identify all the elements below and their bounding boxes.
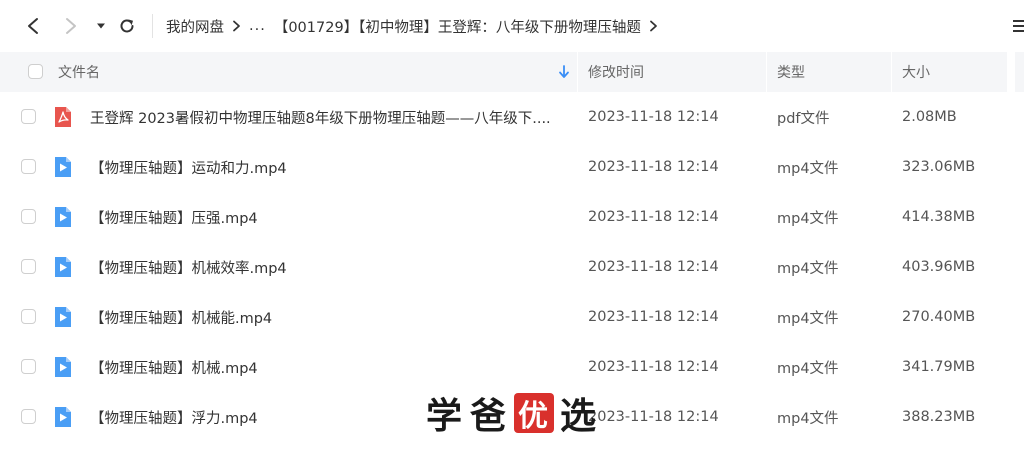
forward-button[interactable] — [58, 11, 84, 41]
row-checkbox[interactable] — [21, 259, 36, 274]
file-modified-time: 2023-11-18 12:14 — [588, 209, 719, 225]
watermark-char: 学 — [425, 395, 464, 437]
file-type: mp4文件 — [777, 310, 839, 327]
video-icon — [55, 157, 71, 177]
column-header-type-label: 类型 — [777, 65, 805, 81]
breadcrumb-root[interactable]: 我的网盘 — [166, 16, 224, 37]
file-table-header: 文件名 修改时间 类型 大小 — [0, 52, 1024, 92]
file-type: pdf文件 — [777, 110, 830, 127]
watermark-logo: 学 爸 优 选 — [423, 389, 601, 437]
file-modified-time: 2023-11-18 12:14 — [588, 259, 719, 275]
video-icon — [55, 207, 71, 227]
column-divider — [891, 52, 892, 92]
row-checkbox[interactable] — [21, 159, 36, 174]
table-row[interactable]: 【物理压轴题】运动和力.mp4 2023-11-18 12:14 mp4文件 3… — [0, 142, 1007, 192]
table-row[interactable]: 【物理压轴题】机械能.mp4 2023-11-18 12:14 mp4文件 27… — [0, 292, 1007, 342]
file-name: 【物理压轴题】运动和力.mp4 — [90, 160, 287, 177]
pdf-icon — [55, 107, 71, 127]
column-header-time-label: 修改时间 — [588, 65, 644, 81]
file-name: 【物理压轴题】机械.mp4 — [90, 360, 258, 377]
file-type: mp4文件 — [777, 260, 839, 277]
watermark-seal: 优 — [514, 393, 554, 434]
file-size: 341.79MB — [902, 359, 976, 375]
table-row[interactable]: 【物理压轴题】压强.mp4 2023-11-18 12:14 mp4文件 414… — [0, 192, 1007, 242]
file-name: 【物理压轴题】机械效率.mp4 — [90, 260, 287, 277]
breadcrumb: 我的网盘 ... 【001729】【初中物理】王登辉：八年级下册物理压轴题 — [166, 0, 666, 52]
video-icon — [55, 407, 71, 427]
nav-divider — [152, 14, 153, 38]
column-header-time[interactable]: 修改时间 — [588, 52, 758, 92]
navigation-bar: 我的网盘 ... 【001729】【初中物理】王登辉：八年级下册物理压轴题 — [0, 0, 1024, 52]
video-icon — [55, 357, 71, 377]
chevron-right-icon — [232, 20, 241, 32]
back-button[interactable] — [20, 11, 46, 41]
column-header-size[interactable]: 大小 — [902, 52, 1002, 92]
file-modified-time: 2023-11-18 12:14 — [588, 409, 719, 425]
sort-descending-icon[interactable] — [558, 52, 572, 92]
file-manager-window: 我的网盘 ... 【001729】【初中物理】王登辉：八年级下册物理压轴题 文件… — [0, 0, 1024, 473]
file-type: mp4文件 — [777, 360, 839, 377]
video-icon — [55, 257, 71, 277]
refresh-button[interactable] — [114, 11, 140, 41]
column-header-size-label: 大小 — [902, 65, 930, 81]
row-checkbox[interactable] — [21, 359, 36, 374]
file-modified-time: 2023-11-18 12:14 — [588, 309, 719, 325]
row-checkbox[interactable] — [21, 309, 36, 324]
history-dropdown-button[interactable] — [92, 11, 110, 41]
video-icon — [55, 307, 71, 327]
file-size: 388.23MB — [902, 409, 976, 425]
breadcrumb-current-folder: 【001729】【初中物理】王登辉：八年级下册物理压轴题 — [273, 19, 641, 36]
column-header-name-label: 文件名 — [58, 65, 100, 81]
caret-down-icon — [97, 23, 105, 29]
file-size: 270.40MB — [902, 309, 976, 325]
file-modified-time: 2023-11-18 12:14 — [588, 159, 719, 175]
list-view-icon[interactable] — [1010, 18, 1024, 34]
scrollbar-thumb[interactable] — [1015, 52, 1024, 92]
chevron-right-icon[interactable] — [649, 20, 658, 32]
select-all-checkbox[interactable] — [28, 64, 43, 79]
file-name: 【物理压轴题】压强.mp4 — [90, 210, 258, 227]
table-row[interactable]: 【物理压轴题】机械.mp4 2023-11-18 12:14 mp4文件 341… — [0, 342, 1007, 392]
file-name: 【物理压轴题】机械能.mp4 — [90, 310, 273, 327]
file-size: 323.06MB — [902, 159, 976, 175]
file-size: 414.38MB — [902, 209, 976, 225]
row-checkbox[interactable] — [21, 109, 36, 124]
file-modified-time: 2023-11-18 12:14 — [588, 109, 719, 125]
file-name: 王登辉 2023暑假初中物理压轴题8年级下册物理压轴题——八年级下.... — [90, 110, 551, 127]
file-type: mp4文件 — [777, 210, 839, 227]
watermark-char: 选 — [559, 395, 598, 437]
file-size: 403.96MB — [902, 259, 976, 275]
column-divider — [577, 52, 578, 92]
file-modified-time: 2023-11-18 12:14 — [588, 359, 719, 375]
file-size: 2.08MB — [902, 109, 957, 125]
breadcrumb-ellipsis[interactable]: ... — [249, 18, 266, 34]
table-row[interactable]: 王登辉 2023暑假初中物理压轴题8年级下册物理压轴题——八年级下.... 20… — [0, 92, 1007, 142]
refresh-icon — [120, 19, 134, 33]
column-divider — [766, 52, 767, 92]
chevron-right-icon — [66, 18, 76, 34]
table-row[interactable]: 【物理压轴题】机械效率.mp4 2023-11-18 12:14 mp4文件 4… — [0, 242, 1007, 292]
column-header-name[interactable]: 文件名 — [58, 52, 578, 92]
row-checkbox[interactable] — [21, 409, 36, 424]
file-type: mp4文件 — [777, 410, 839, 427]
watermark-char: 爸 — [469, 395, 508, 437]
scrollbar-track[interactable] — [1007, 52, 1024, 473]
column-header-type[interactable]: 类型 — [777, 52, 877, 92]
row-checkbox[interactable] — [21, 209, 36, 224]
chevron-left-icon — [28, 18, 38, 34]
file-type: mp4文件 — [777, 160, 839, 177]
